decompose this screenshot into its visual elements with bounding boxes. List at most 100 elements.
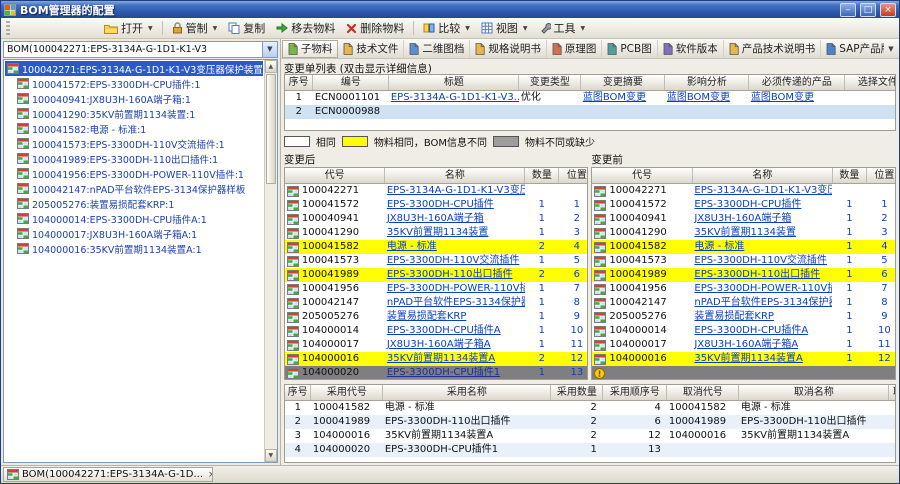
change-list-row[interactable]: 1ECN0001101EPS-3134A-G-1D1-K1-V3...优化蓝图B… — [285, 91, 896, 106]
part-name-link[interactable]: EPS-3300DH-110出口插件 — [387, 269, 513, 280]
part-name-link[interactable]: EPS-3134A-G-1D1-K1-V3变压器保护装置 — [694, 185, 832, 196]
part-name-link[interactable]: JX8U3H-160A端子箱A — [387, 339, 491, 350]
tree-item[interactable]: 100041956:EPS-3300DH-POWER-110V插件:1 — [5, 166, 263, 181]
part-name-link[interactable]: 电源 - 标准 — [694, 241, 744, 252]
tab-pcb[interactable]: PCB图 — [602, 40, 657, 58]
compare-row[interactable]: 100041989EPS-3300DH-110出口插件26 — [285, 268, 589, 282]
tree-item[interactable]: 100041989:EPS-3300DH-110出口插件:1 — [5, 151, 263, 166]
combo-dropdown-icon[interactable]: ▼ — [262, 42, 277, 57]
column-header[interactable]: 名称 — [692, 168, 832, 184]
part-name-link[interactable]: EPS-3300DH-CPU插件A — [387, 325, 501, 336]
part-name-link[interactable]: EPS-3300DH-CPU插件 — [694, 199, 801, 210]
tree-item[interactable]: 100041582:电源 - 标准:1 — [5, 121, 263, 136]
column-header[interactable]: 采用顺序号 — [603, 385, 667, 401]
column-header[interactable]: 变更摘要 — [581, 75, 665, 91]
tab-2d-drawings[interactable]: 二维图档 — [404, 40, 470, 58]
part-name-link[interactable]: EPS-3300DH-110V交流插件 — [387, 255, 520, 266]
part-name-link[interactable]: 35KV前置期1134装置 — [387, 227, 489, 238]
part-name-link[interactable]: 装置易损配套KRP — [694, 311, 774, 322]
compare-row[interactable]: 10400001635KV前置期1134装置A112 — [592, 352, 896, 366]
compare-row[interactable]: 100040941JX8U3H-160A端子箱12 — [592, 212, 896, 226]
tree-item[interactable]: 104000016:35KV前置期1134装置A:1 — [5, 241, 263, 256]
column-header[interactable]: 采用数量 — [551, 385, 603, 401]
toolbar-button-view[interactable]: 视图▼ — [476, 19, 533, 37]
compare-row[interactable]: 100041573EPS-3300DH-110V交流插件15 — [285, 254, 589, 268]
compare-row[interactable]: 100042147nPAD平台软件EPS-3134保护器18 — [592, 296, 896, 310]
change-title-link[interactable]: EPS-3134A-G-1D1-K1-V3... — [391, 92, 519, 103]
close-button[interactable]: × — [880, 3, 896, 17]
compare-row[interactable]: 10004129035KV前置期1134装置13 — [592, 226, 896, 240]
part-name-link[interactable]: EPS-3300DH-CPU插件1 — [387, 367, 500, 378]
part-name-link[interactable]: 装置易损配套KRP — [387, 311, 467, 322]
maximize-button[interactable]: □ — [860, 3, 876, 17]
tree-item[interactable]: 100040941:JX8U3H-160A端子箱:1 — [5, 91, 263, 106]
tree-item[interactable]: 100041290:35KV前置期1134装置:1 — [5, 106, 263, 121]
adopt-cancel-row[interactable]: 310400001635KV前置期1134装置A21210400001635KV… — [285, 429, 896, 443]
scroll-up-icon[interactable]: ▲ — [265, 60, 277, 73]
part-name-link[interactable]: EPS-3300DH-CPU插件 — [387, 199, 494, 210]
bom-selector-combo[interactable]: BOM(100042271:EPS-3134A-G-1D1-K1-V3 ▼ — [3, 41, 278, 58]
tree-item[interactable]: 104000014:EPS-3300DH-CPU插件A:1 — [5, 211, 263, 226]
tab-software-version[interactable]: 软件版本 — [658, 40, 724, 58]
column-header[interactable]: 标题 — [389, 75, 519, 91]
column-header[interactable]: 影响分析 — [665, 75, 749, 91]
tree-scrollbar[interactable]: ▲ ▼ — [264, 60, 277, 462]
compare-row[interactable]: 205005276装置易损配套KRP19 — [285, 310, 589, 324]
column-header[interactable]: 取消代号 — [667, 385, 739, 401]
part-name-link[interactable]: 35KV前置期1134装置 — [694, 227, 796, 238]
compare-row[interactable]: 104000017JX8U3H-160A端子箱A111 — [592, 338, 896, 352]
part-name-link[interactable]: EPS-3300DH-110V交流插件 — [694, 255, 827, 266]
tree-item[interactable]: 100041572:EPS-3300DH-CPU插件:1 — [5, 76, 263, 91]
compare-row[interactable]: 100042271EPS-3134A-G-1D1-K1-V3变压器保护装置 — [285, 184, 589, 199]
impact-link[interactable]: 蓝图BOM变更 — [667, 92, 730, 103]
column-header[interactable]: 必须传递的产品 — [749, 75, 845, 91]
column-header[interactable]: 采用名称 — [383, 385, 551, 401]
products-link[interactable]: 蓝图BOM变更 — [751, 92, 814, 103]
part-name-link[interactable]: EPS-3300DH-110出口插件 — [694, 269, 820, 280]
compare-row[interactable] — [592, 366, 896, 380]
part-name-link[interactable]: 电源 - 标准 — [387, 241, 437, 252]
column-header[interactable]: 数量 — [832, 168, 866, 184]
part-name-link[interactable]: 35KV前置期1134装置A — [387, 353, 495, 364]
column-header[interactable]: 取消数量 — [889, 385, 896, 401]
column-header[interactable]: 序号 — [285, 75, 313, 91]
compare-row[interactable]: 205005276装置易损配套KRP19 — [592, 310, 896, 324]
column-header[interactable]: 序号 — [285, 385, 311, 401]
compare-row[interactable]: 100041573EPS-3300DH-110V交流插件15 — [592, 254, 896, 268]
tree-item[interactable]: 100042147:nPAD平台软件EPS-3134保护器样板 — [5, 181, 263, 196]
column-header[interactable]: 数量 — [525, 168, 559, 184]
tab-overflow-icon[interactable]: ▼ — [884, 45, 898, 53]
toolbar-button-open[interactable]: 打开▼ — [99, 19, 158, 37]
part-name-link[interactable]: 35KV前置期1134装置A — [694, 353, 802, 364]
column-header[interactable]: 位置 — [866, 168, 896, 184]
toolbar-button-control[interactable]: 管制▼ — [167, 19, 223, 37]
toolbar-button-remove-material[interactable]: 移去物料 — [271, 19, 340, 37]
adopt-cancel-row[interactable]: 2100041989EPS-3300DH-110出口插件26100041989E… — [285, 415, 896, 429]
toolbar-button-copy[interactable]: 复制 — [223, 19, 270, 37]
compare-row[interactable]: 104000017JX8U3H-160A端子箱A111 — [285, 338, 589, 352]
tree-item[interactable]: 100041573:EPS-3300DH-110V交流插件:1 — [5, 136, 263, 151]
toolbar-button-tools[interactable]: 工具▼ — [534, 19, 591, 37]
compare-row[interactable]: 100041956EPS-3300DH-POWER-110V插件17 — [285, 282, 589, 296]
compare-row[interactable]: 100042147nPAD平台软件EPS-3134保护器18 — [285, 296, 589, 310]
compare-row[interactable]: 100040941JX8U3H-160A端子箱12 — [285, 212, 589, 226]
part-name-link[interactable]: JX8U3H-160A端子箱 — [694, 213, 791, 224]
scroll-down-icon[interactable]: ▼ — [265, 449, 277, 462]
tab-spec-manual[interactable]: 规格说明书 — [470, 40, 547, 58]
tab-sub-materials[interactable]: 子物料 — [282, 40, 339, 58]
tree-item[interactable]: 104000017:JX8U3H-160A端子箱A:1 — [5, 226, 263, 241]
compare-row[interactable]: 100041989EPS-3300DH-110出口插件16 — [592, 268, 896, 282]
tab-sap-product-version[interactable]: SAP产品版本 — [821, 40, 884, 58]
compare-row[interactable]: 104000014EPS-3300DH-CPU插件A110 — [592, 324, 896, 338]
close-tab-icon[interactable]: × — [208, 470, 213, 480]
column-header[interactable]: 编号 — [313, 75, 389, 91]
part-name-link[interactable]: nPAD平台软件EPS-3134保护器 — [387, 297, 525, 308]
change-list-row[interactable]: 2ECN0000988变更通知 — [285, 105, 896, 119]
compare-row[interactable]: 104000014EPS-3300DH-CPU插件A110 — [285, 324, 589, 338]
toolbar-button-delete-material[interactable]: 删除物料 — [341, 19, 409, 37]
tree-item[interactable]: 100042271:EPS-3134A-G-1D1-K1-V3变压器保护装置 — [5, 61, 263, 76]
column-header[interactable]: 取消名称 — [739, 385, 889, 401]
scroll-thumb[interactable] — [266, 74, 276, 184]
tab-schematic[interactable]: 原理图 — [547, 40, 603, 58]
tab-product-tech-manual[interactable]: 产品技术说明书 — [724, 40, 822, 58]
